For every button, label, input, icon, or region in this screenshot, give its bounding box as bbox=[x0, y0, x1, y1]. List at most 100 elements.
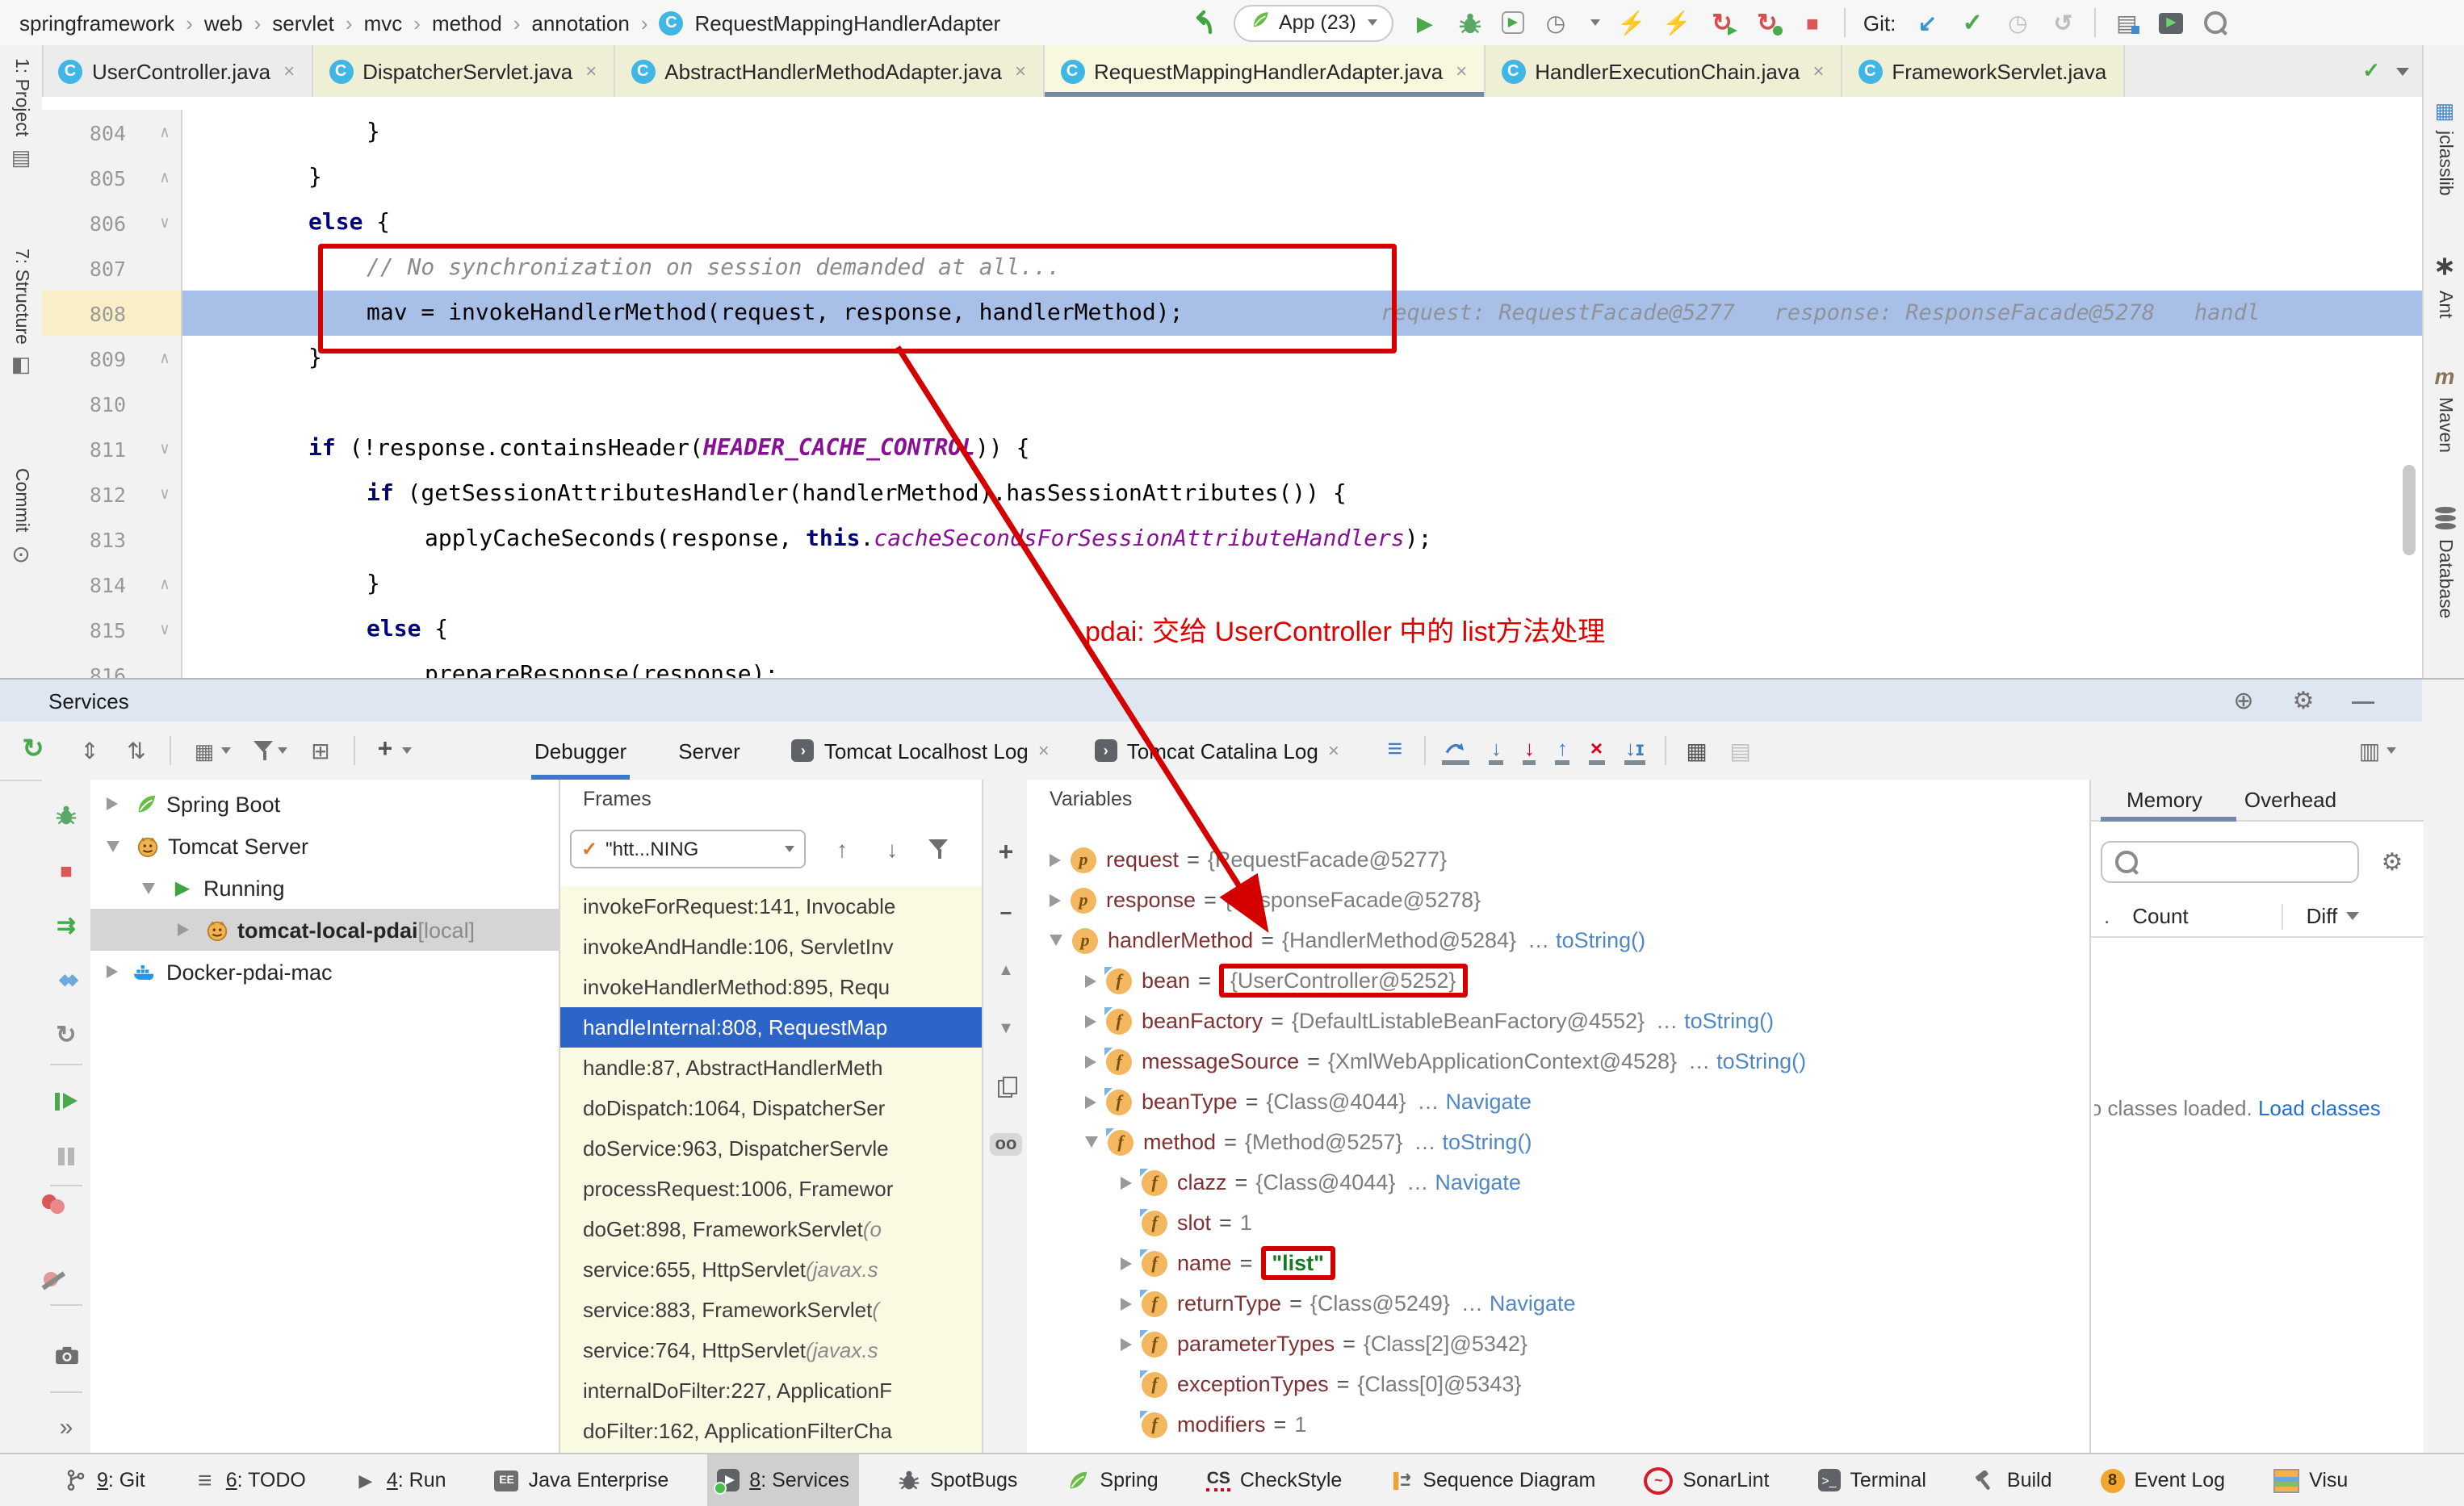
status-item-sonarlint[interactable]: SonarLint bbox=[1634, 1454, 1779, 1506]
status-item-sequence-diagram[interactable]: Sequence Diagram bbox=[1381, 1454, 1605, 1506]
status-item--git[interactable]: 9: Git bbox=[55, 1454, 155, 1506]
tab-server[interactable]: Server bbox=[675, 722, 744, 780]
git-update-icon[interactable] bbox=[1913, 8, 1941, 37]
variable-row[interactable]: fbeanType={Class@4044}…Navigate bbox=[1027, 1081, 2148, 1122]
expander-icon[interactable] bbox=[1085, 974, 1096, 987]
add-watch-icon[interactable] bbox=[983, 835, 1029, 873]
stack-frame[interactable]: invokeForRequest:141, Invocable bbox=[560, 886, 983, 927]
debug-session-icon[interactable] bbox=[42, 796, 90, 835]
deploy-icon[interactable] bbox=[42, 906, 90, 944]
show-watches-icon[interactable] bbox=[983, 1125, 1029, 1164]
stack-frame[interactable]: internalDoFilter:227, ApplicationF bbox=[560, 1370, 983, 1411]
toolwindow-button-ant[interactable]: Ant bbox=[2424, 255, 2464, 319]
move-up-icon[interactable] bbox=[983, 951, 1029, 989]
expander-icon[interactable] bbox=[1050, 935, 1062, 946]
variable-row[interactable]: fname="list" bbox=[1027, 1243, 2183, 1283]
editor-tab[interactable]: CDispatcherServlet.java× bbox=[312, 45, 614, 97]
tab-debugger[interactable]: Debugger bbox=[531, 722, 630, 780]
status-item-checkstyle[interactable]: CheckStyle bbox=[1197, 1454, 1352, 1506]
expander-icon[interactable] bbox=[107, 840, 119, 851]
view-breakpoints-icon[interactable] bbox=[42, 1194, 65, 1214]
expander-icon[interactable] bbox=[107, 965, 118, 978]
variable-link[interactable]: toString() bbox=[1549, 928, 1645, 952]
run-button[interactable] bbox=[1411, 8, 1439, 37]
stack-frame[interactable]: processRequest:1006, Framewor bbox=[560, 1169, 983, 1209]
variable-row[interactable]: fbeanFactory={DefaultListableBeanFactory… bbox=[1027, 1001, 2148, 1041]
expander-icon[interactable] bbox=[1121, 1297, 1132, 1310]
variable-link[interactable]: toString() bbox=[1710, 1049, 1806, 1073]
editor-tab[interactable]: CAbstractHandlerMethodAdapter.java× bbox=[614, 45, 1044, 97]
stack-frame[interactable]: handle:87, AbstractHandlerMeth bbox=[560, 1048, 983, 1088]
load-classes-link[interactable]: Load classes bbox=[2258, 1096, 2381, 1120]
add-service-icon[interactable] bbox=[371, 736, 399, 765]
collapse-all-icon[interactable] bbox=[123, 736, 150, 765]
hide-frames-filter-icon[interactable] bbox=[928, 838, 949, 860]
breadcrumb-item[interactable]: servlet bbox=[272, 10, 334, 35]
move-down-icon[interactable] bbox=[983, 1009, 1029, 1048]
expander-icon[interactable] bbox=[142, 882, 155, 893]
run-anything-icon[interactable] bbox=[2159, 12, 2183, 33]
toolwindow-button-commit[interactable]: Commit bbox=[0, 468, 42, 564]
status-item--run[interactable]: 4: Run bbox=[345, 1454, 456, 1506]
variable-row[interactable]: prequest={RequestFacade@5277} bbox=[1027, 839, 2112, 880]
status-item-spotbugs[interactable]: SpotBugs bbox=[888, 1454, 1027, 1506]
run-with-coverage-icon[interactable] bbox=[1502, 11, 1524, 34]
expand-all-icon[interactable] bbox=[76, 736, 103, 765]
minimize-icon[interactable] bbox=[2349, 686, 2377, 715]
back-arrow-icon[interactable] bbox=[1188, 8, 1216, 37]
pause-program-icon[interactable] bbox=[42, 1136, 90, 1175]
variable-row[interactable]: fbean={UserController@5252} bbox=[1027, 960, 2148, 1001]
thread-selector[interactable]: "htt...NING bbox=[570, 830, 806, 868]
stop-button[interactable] bbox=[1799, 8, 1826, 37]
editor-tab[interactable]: CUserController.java× bbox=[42, 45, 312, 97]
expander-icon[interactable] bbox=[1085, 1055, 1096, 1068]
stack-frame[interactable]: service:764, HttpServlet (javax.s bbox=[560, 1330, 983, 1370]
thread-dump-icon[interactable] bbox=[42, 1337, 90, 1375]
memory-search-box[interactable] bbox=[2101, 841, 2359, 883]
status-item-spring[interactable]: Spring bbox=[1056, 1454, 1167, 1506]
layout-settings-icon[interactable] bbox=[2356, 736, 2383, 765]
hotswap-icon[interactable] bbox=[42, 960, 90, 999]
service-tree-item[interactable]: Spring Boot bbox=[90, 783, 575, 825]
remove-watch-icon[interactable] bbox=[983, 893, 1029, 931]
toolwindow-button-jclasslib[interactable]: jclasslib bbox=[2424, 100, 2464, 196]
show-execution-point-icon[interactable] bbox=[1381, 736, 1409, 765]
toolwindow-button-maven[interactable]: Maven bbox=[2424, 365, 2464, 453]
hidden-tabs-chevron-icon[interactable] bbox=[2396, 67, 2409, 75]
stack-frame[interactable]: service:883, FrameworkServlet ( bbox=[560, 1290, 983, 1330]
tab-overhead[interactable]: Overhead bbox=[2244, 788, 2336, 812]
rerun-debug-icon[interactable] bbox=[1754, 8, 1781, 37]
status-item--services[interactable]: 8: Services bbox=[707, 1454, 859, 1506]
expander-icon[interactable] bbox=[1050, 893, 1061, 906]
run-configuration-selector[interactable]: App (23) bbox=[1234, 4, 1393, 41]
stack-frame[interactable]: handleInternal:808, RequestMap bbox=[560, 1007, 983, 1048]
profiler-icon[interactable] bbox=[1542, 8, 1569, 37]
step-into-icon[interactable]: ↓ bbox=[1490, 737, 1503, 764]
breadcrumb-class-item[interactable]: RequestMappingHandlerAdapter bbox=[695, 10, 1001, 35]
expander-icon[interactable] bbox=[107, 797, 118, 810]
mute-breakpoints-icon[interactable] bbox=[42, 1269, 63, 1290]
expander-icon[interactable] bbox=[1121, 1176, 1132, 1189]
toolwindow-button-7-structure[interactable]: 7: Structure bbox=[0, 249, 42, 375]
drop-frame-icon[interactable]: × bbox=[1589, 737, 1604, 764]
gear-icon[interactable] bbox=[2290, 686, 2317, 715]
variable-row[interactable]: fmethod={Method@5257}…toString() bbox=[1027, 1122, 2148, 1162]
tab-tomcat-catalina-log[interactable]: Tomcat Catalina Log× bbox=[1092, 722, 1343, 780]
variable-row[interactable]: presponse={ResponseFacade@5278} bbox=[1027, 880, 2112, 920]
stack-frame[interactable]: doDispatch:1064, DispatcherSer bbox=[560, 1088, 983, 1128]
scroll-to-source-icon[interactable] bbox=[2230, 686, 2257, 715]
resume-program-icon[interactable] bbox=[42, 1081, 90, 1120]
stack-frame[interactable]: doService:963, DispatcherServle bbox=[560, 1128, 983, 1169]
variable-link[interactable]: toString() bbox=[1435, 1130, 1532, 1154]
profiler-chevron-icon[interactable] bbox=[1590, 19, 1600, 26]
toolwindow-button-1-project[interactable]: 1: Project bbox=[0, 58, 42, 167]
expander-icon[interactable] bbox=[1085, 1095, 1096, 1108]
status-item-terminal[interactable]: Terminal bbox=[1808, 1454, 1936, 1506]
stack-frame[interactable]: invokeHandlerMethod:895, Requ bbox=[560, 967, 983, 1007]
step-over-icon[interactable] bbox=[1443, 737, 1470, 764]
expander-icon[interactable] bbox=[1050, 853, 1061, 866]
close-icon[interactable]: × bbox=[1456, 60, 1467, 82]
breadcrumb-item[interactable]: mvc bbox=[364, 10, 403, 35]
inspections-ok-icon[interactable]: ✓ bbox=[2362, 58, 2380, 84]
evaluate-expression-icon[interactable] bbox=[1683, 736, 1711, 765]
